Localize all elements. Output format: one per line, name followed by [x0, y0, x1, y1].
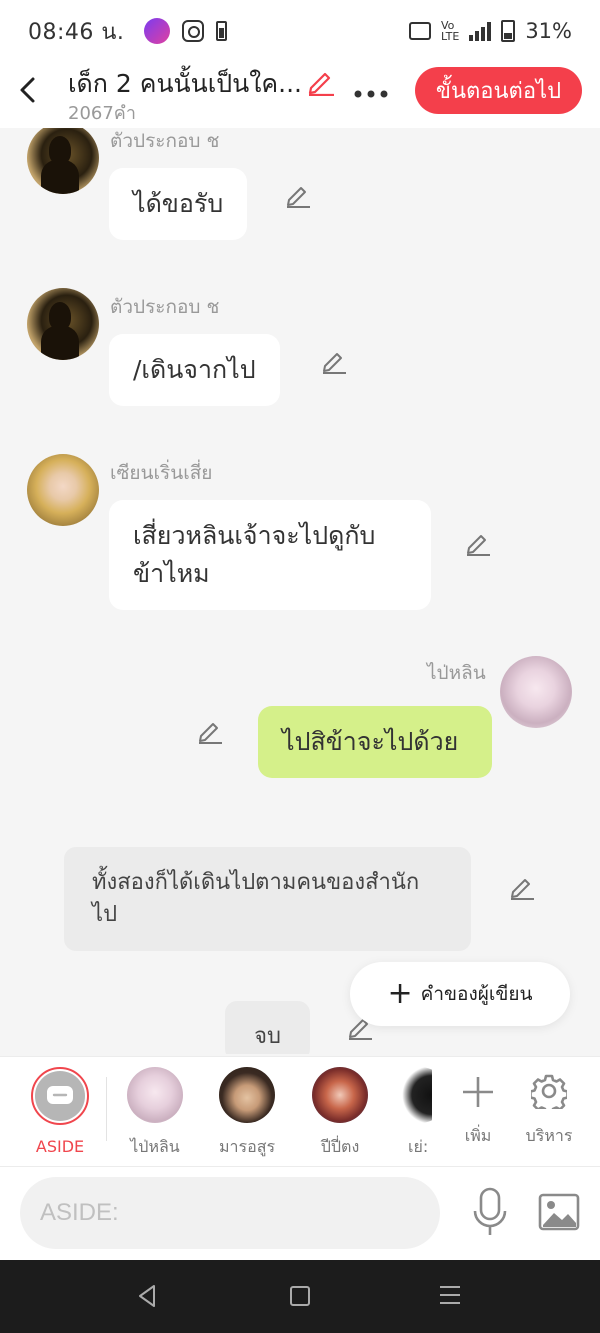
nav-home-icon[interactable] — [290, 1286, 310, 1306]
speaker-name: ตัวประกอบ ช — [110, 296, 220, 318]
instagram-icon — [182, 20, 205, 42]
word-count: 2067คำ — [68, 103, 136, 124]
message-bubble[interactable]: เสี่ยวหลินเจ้าจะไปดูกับ ข้าไหม — [109, 500, 431, 610]
next-step-button[interactable]: ขั้นตอนต่อไป — [415, 67, 582, 114]
status-notification-icons — [144, 18, 228, 44]
back-button[interactable] — [14, 70, 42, 110]
status-bar: 08:46 น. Vo LTE 31% — [0, 0, 600, 62]
character-name: ไป่หลิน — [130, 1137, 180, 1156]
add-label: เพิ่ม — [464, 1126, 492, 1145]
more-horizontal-icon — [354, 90, 388, 98]
edit-message-icon[interactable] — [464, 528, 492, 556]
speaker-name: ตัวประกอบ ช — [110, 130, 220, 152]
edit-message-icon[interactable] — [320, 346, 348, 374]
author-note-label: คำของผู้เขียน — [420, 983, 533, 1005]
speaker-name: เซียนเริ่นเสี่ย — [110, 462, 213, 484]
system-nav-bar — [0, 1260, 600, 1333]
gear-icon — [519, 1069, 579, 1118]
character-bibidong[interactable]: ปีปี่ตง — [300, 1067, 380, 1160]
battery-percent: 31% — [525, 19, 572, 43]
microphone-icon[interactable] — [472, 1187, 508, 1239]
character-avatar — [127, 1067, 183, 1123]
character-name: ปีปี่ตง — [320, 1137, 360, 1156]
input-bar — [0, 1166, 600, 1260]
avatar-silhouette[interactable] — [27, 288, 99, 360]
message-bubble[interactable]: /เดินจากไป — [109, 334, 280, 406]
character-aside[interactable]: ASIDE — [20, 1067, 100, 1156]
volte-icon: Vo LTE — [441, 19, 460, 43]
character-avatar — [219, 1067, 275, 1123]
edit-message-icon[interactable] — [196, 716, 224, 744]
character-avatar — [312, 1067, 368, 1123]
nav-back-icon[interactable] — [136, 1284, 160, 1308]
character-name: เย่: — [408, 1137, 429, 1156]
battery-icon — [501, 20, 516, 42]
status-time: 08:46 น. — [28, 19, 125, 45]
manage-button[interactable]: บริหาร — [519, 1069, 579, 1149]
edit-title-icon[interactable] — [306, 66, 336, 96]
battery-saver-icon — [216, 21, 228, 41]
character-ye[interactable]: เย่: — [392, 1067, 432, 1160]
nav-recent-icon[interactable] — [440, 1286, 460, 1306]
chevron-left-icon — [20, 77, 35, 103]
edit-message-icon[interactable] — [284, 180, 312, 208]
speech-bubble-icon — [47, 1086, 73, 1104]
divider — [106, 1077, 107, 1141]
character-demon[interactable]: มารอสูร — [207, 1067, 287, 1160]
author-note-button[interactable]: + คำของผู้เขียน — [350, 962, 570, 1026]
character-name: ASIDE — [35, 1137, 85, 1156]
plus-icon — [448, 1069, 508, 1118]
manage-label: บริหาร — [525, 1126, 573, 1145]
character-bar: ASIDE ไป่หลิน มารอสูร ปีปี่ตง เย่: เพิ่ม — [0, 1056, 600, 1166]
character-avatar — [392, 1067, 432, 1123]
edit-narration-icon[interactable] — [508, 872, 536, 900]
character-name: มารอสูร — [218, 1137, 276, 1156]
app-notification-icon — [144, 18, 171, 44]
chat-area[interactable]: ตัวประกอบ ช ได้ขอรับ ตัวประกอบ ช /เดินจา… — [0, 128, 600, 1054]
more-options-button[interactable] — [354, 70, 388, 110]
avatar-blonde-character[interactable] — [27, 454, 99, 526]
message-bubble[interactable]: ได้ขอรับ — [109, 168, 248, 240]
status-system-icons: Vo LTE 31% — [409, 19, 572, 43]
plus-icon: + — [387, 976, 413, 1011]
avatar-angel-character[interactable] — [500, 656, 572, 728]
image-icon[interactable] — [538, 1193, 580, 1231]
aside-avatar — [31, 1067, 89, 1125]
speaker-name: ไป่หลิน — [427, 662, 486, 684]
vibrate-icon — [409, 22, 432, 40]
my-message-bubble[interactable]: ไปสิข้าจะไปด้วย — [258, 706, 492, 778]
message-input[interactable] — [20, 1177, 440, 1249]
ending-block[interactable]: จบ — [225, 1001, 310, 1054]
signal-icon — [469, 21, 492, 41]
avatar-silhouette[interactable] — [27, 128, 99, 194]
add-character-button[interactable]: เพิ่ม — [448, 1069, 508, 1149]
header: เด็ก 2 คนนั้นเป็นใค... 2067คำ ขั้นตอนต่อ… — [0, 62, 600, 128]
narration-block[interactable]: ทั้งสองก็ได้เดินไปตามคนของสำนัก ไป — [64, 847, 471, 951]
character-bailin[interactable]: ไป่หลิน — [115, 1067, 195, 1160]
